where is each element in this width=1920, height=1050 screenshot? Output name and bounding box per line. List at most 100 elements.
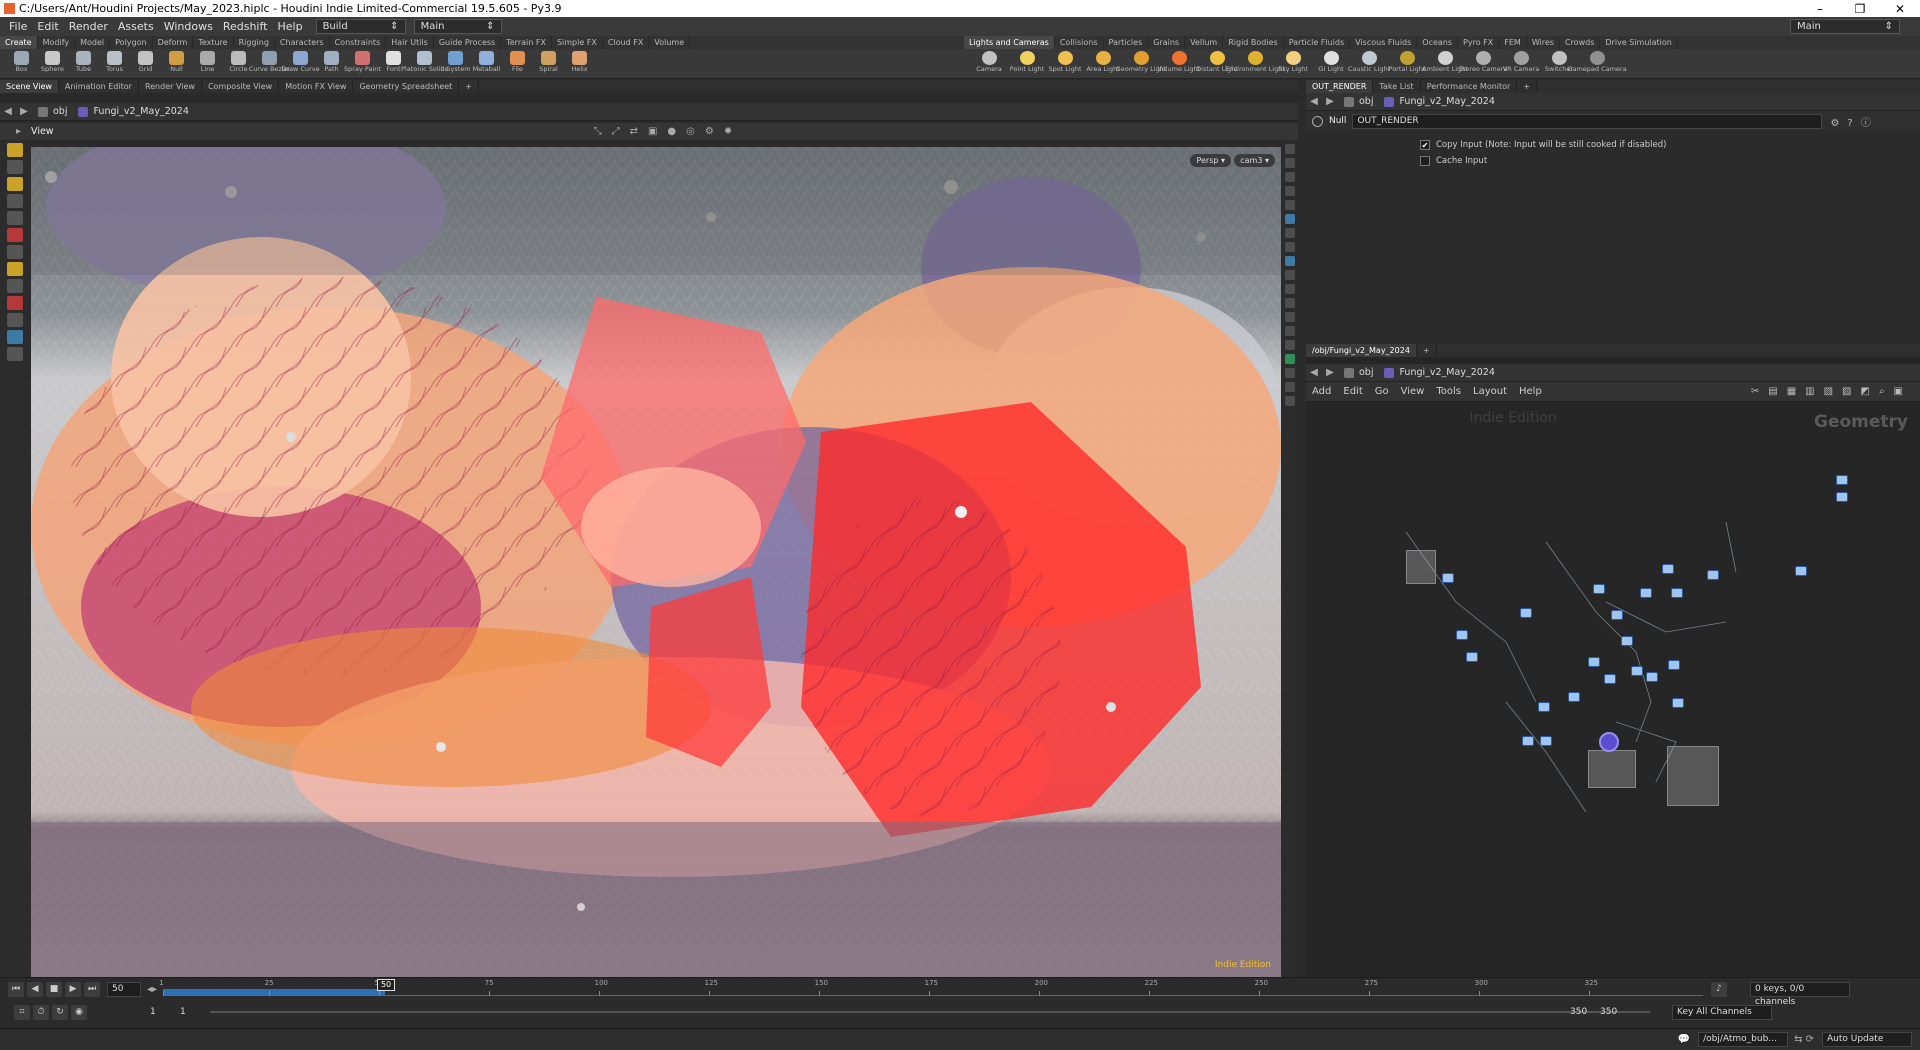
audio-icon[interactable]: ♪ — [1711, 981, 1728, 997]
menu-windows[interactable]: Windows — [159, 20, 218, 33]
display-icon[interactable] — [1285, 354, 1295, 364]
shelf-tab-volume[interactable]: Volume — [649, 36, 691, 49]
range-start[interactable]: 1 — [150, 1007, 180, 1017]
display-icon[interactable] — [1285, 340, 1295, 350]
render-region-icon[interactable] — [7, 347, 23, 361]
frame-marker[interactable]: 50 — [377, 979, 396, 991]
update-icons[interactable]: ⇆ ⟳ — [1794, 1034, 1814, 1045]
display-icon[interactable] — [1285, 298, 1295, 308]
display-icon[interactable] — [1285, 158, 1295, 168]
net-menu-layout[interactable]: Layout — [1467, 386, 1513, 397]
display-icon[interactable] — [1285, 214, 1295, 224]
network-box[interactable] — [1406, 550, 1436, 584]
shelf-tab-crowds[interactable]: Crowds — [1560, 36, 1601, 49]
tab-composite-view[interactable]: Composite View — [202, 80, 280, 93]
display-icon[interactable] — [1285, 200, 1295, 210]
tool-file[interactable]: File — [502, 49, 533, 79]
output-node-icon[interactable] — [1599, 732, 1619, 752]
scale-tool-icon[interactable] — [7, 279, 23, 293]
shelf-tab-characters[interactable]: Characters — [275, 36, 330, 49]
main-dropdown[interactable]: Main ⇕ — [1790, 19, 1900, 34]
tool-font[interactable]: Font — [378, 49, 409, 79]
sop-node[interactable] — [1538, 702, 1550, 712]
tool-helix[interactable]: Helix — [564, 49, 595, 79]
tool-stereo-camera[interactable]: Stereo Camera — [1459, 49, 1507, 79]
sop-node[interactable] — [1522, 736, 1534, 746]
select-tool-icon[interactable] — [7, 143, 23, 157]
back-arrow-icon[interactable]: ◀ — [0, 106, 16, 117]
tool-spray-paint[interactable]: Spray Paint — [344, 49, 381, 79]
shelf-tab-grains[interactable]: Grains — [1148, 36, 1186, 49]
net-menu-help[interactable]: Help — [1513, 386, 1548, 397]
display-icon[interactable] — [1285, 284, 1295, 294]
tool-tube[interactable]: Tube — [68, 49, 99, 79]
view-tool-icon[interactable] — [7, 313, 23, 327]
display-icon[interactable] — [1285, 312, 1295, 322]
realtime-icon[interactable]: ⏱ — [33, 1004, 49, 1020]
menu-help[interactable]: Help — [272, 20, 307, 33]
sop-node[interactable] — [1707, 570, 1719, 580]
sop-node[interactable] — [1836, 492, 1848, 502]
tab-scene-view[interactable]: Scene View — [0, 80, 59, 93]
network-path-fungi[interactable]: Fungi_v2_May_2024 — [1394, 367, 1499, 378]
display-icon[interactable] — [1285, 256, 1295, 266]
shelf-tab-simple-fx[interactable]: Simple FX — [552, 36, 603, 49]
tool-path[interactable]: Path — [316, 49, 347, 79]
sop-node[interactable] — [1836, 475, 1848, 485]
tool-camera[interactable]: Camera — [970, 49, 1008, 79]
net-menu-tools[interactable]: Tools — [1430, 386, 1467, 397]
tool-circle[interactable]: Circle — [223, 49, 254, 79]
sop-node[interactable] — [1611, 610, 1623, 620]
menu-render[interactable]: Render — [64, 20, 113, 33]
sop-node[interactable] — [1442, 573, 1454, 583]
tool-spot-light[interactable]: Spot Light — [1046, 49, 1084, 79]
sop-node[interactable] — [1621, 636, 1633, 646]
display-icon[interactable] — [1285, 228, 1295, 238]
viewport-menu-icon[interactable]: ▸ — [16, 126, 21, 137]
net-menu-edit[interactable]: Edit — [1337, 386, 1368, 397]
close-button[interactable]: ✕ — [1880, 2, 1920, 16]
display-icon[interactable] — [1285, 326, 1295, 336]
net-menu-view[interactable]: View — [1395, 386, 1431, 397]
tool-metaball[interactable]: Metaball — [471, 49, 502, 79]
step-arrows-icon[interactable]: ◂▸ — [147, 984, 157, 995]
shelf-tab-deform[interactable]: Deform — [153, 36, 194, 49]
display-icon[interactable] — [1285, 382, 1295, 392]
sop-node[interactable] — [1672, 698, 1684, 708]
shelf-tab-rigid-bodies[interactable]: Rigid Bodies — [1223, 36, 1284, 49]
shelf-tab-particles[interactable]: Particles — [1104, 36, 1149, 49]
display-icon[interactable] — [1285, 242, 1295, 252]
tool-l-system[interactable]: L-System — [440, 49, 471, 79]
display-icon[interactable] — [1285, 186, 1295, 196]
network-canvas[interactable]: Indie Edition Geometry — [1306, 402, 1920, 977]
lock-icon[interactable] — [7, 211, 23, 225]
menu-edit[interactable]: Edit — [32, 20, 63, 33]
menu-file[interactable]: File — [4, 20, 32, 33]
shelf-tab-terrain-fx[interactable]: Terrain FX — [501, 36, 552, 49]
shelf-tab-lights-and-cameras[interactable]: Lights and Cameras — [964, 36, 1055, 49]
shelf-tab-guide-process[interactable]: Guide Process — [434, 36, 502, 49]
forward-arrow-icon[interactable]: ▶ — [1322, 96, 1338, 107]
shelf-tab-fem[interactable]: FEM — [1499, 36, 1527, 49]
tool-sky-light[interactable]: Sky Light — [1274, 49, 1312, 79]
shelf-tab-cloud-fx[interactable]: Cloud FX — [603, 36, 650, 49]
tool-gamepad-camera[interactable]: Gamepad Camera — [1567, 49, 1627, 79]
tab-performance-monitor[interactable]: Performance Monitor — [1421, 80, 1518, 93]
sop-node[interactable] — [1646, 672, 1658, 682]
cache-input-checkbox[interactable] — [1420, 156, 1430, 166]
add-tab-button[interactable]: + — [1517, 80, 1538, 93]
range-end[interactable]: 350 — [1570, 1007, 1600, 1017]
tool-area-light[interactable]: Area Light — [1084, 49, 1122, 79]
tool-environment-light[interactable]: Environment Light — [1225, 49, 1285, 79]
path-fungi[interactable]: Fungi_v2_May_2024 — [88, 106, 193, 117]
display-icon[interactable] — [1285, 368, 1295, 378]
tool-sphere[interactable]: Sphere — [37, 49, 68, 79]
snap-icon[interactable] — [7, 296, 23, 310]
shelf-tab-modify[interactable]: Modify — [38, 36, 76, 49]
param-path-obj[interactable]: obj — [1354, 96, 1378, 107]
tab-take-list[interactable]: Take List — [1373, 80, 1421, 93]
forward-arrow-icon[interactable]: ▶ — [1322, 367, 1338, 378]
menu-redshift[interactable]: Redshift — [218, 20, 273, 33]
key-tools-icon[interactable]: ⌗ — [14, 1004, 30, 1020]
display-options-icons[interactable]: ⤡⤢⇄▣●◎⚙✹ — [594, 126, 743, 137]
